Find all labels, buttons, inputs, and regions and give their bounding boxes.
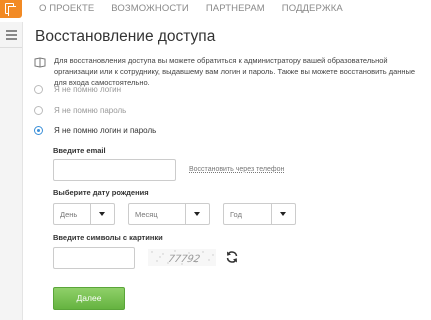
captcha-label: Введите символы с картинки [53, 233, 163, 242]
email-field[interactable] [53, 159, 176, 181]
month-select-value: Месяц [135, 210, 158, 219]
refresh-icon[interactable] [225, 250, 239, 264]
nav-item-about[interactable]: О ПРОЕКТЕ [39, 3, 94, 14]
option-label: Я не помню логин [54, 84, 122, 94]
option-forgot-login[interactable]: Я не помню логин [34, 83, 121, 95]
book-logo-icon[interactable] [0, 0, 22, 18]
option-forgot-both[interactable]: Я не помню логин и пароль [34, 124, 156, 136]
captcha-input[interactable] [53, 247, 135, 269]
nav-item-support[interactable]: ПОДДЕРЖКА [282, 3, 343, 14]
option-label: Я не помню логин и пароль [54, 125, 157, 135]
day-select-value: День [60, 210, 78, 219]
dob-label: Выберите дату рождения [53, 188, 149, 197]
month-select[interactable]: Месяц [128, 203, 210, 225]
phone-recovery-link[interactable]: Восстановить через телефон [189, 166, 284, 173]
captcha-text: 77792 [167, 254, 201, 265]
email-label: Введите email [53, 146, 106, 155]
nav-item-partners[interactable]: ПАРТНЕРАМ [206, 3, 265, 14]
next-button[interactable]: Далее [53, 287, 125, 310]
radio-forgot-login[interactable] [34, 84, 43, 94]
radio-forgot-password[interactable] [34, 105, 43, 115]
hamburger-icon[interactable] [6, 30, 17, 40]
option-forgot-password[interactable]: Я не помню пароль [34, 104, 126, 116]
nav-item-features[interactable]: ВОЗМОЖНОСТИ [111, 3, 189, 14]
option-label: Я не помню пароль [54, 105, 127, 115]
radio-forgot-both[interactable] [34, 125, 43, 135]
day-select[interactable]: День [53, 203, 115, 225]
left-sidebar [0, 22, 23, 320]
main-nav: О ПРОЕКТЕ ВОЗМОЖНОСТИ ПАРТНЕРАМ ПОДДЕРЖК… [39, 3, 360, 14]
chevron-down-icon[interactable] [185, 204, 209, 224]
year-select-value: Год [230, 210, 242, 219]
captcha-image: 77792 [148, 249, 216, 266]
top-navigation-bar: О ПРОЕКТЕ ВОЗМОЖНОСТИ ПАРТНЕРАМ ПОДДЕРЖК… [0, 0, 431, 20]
year-select[interactable]: Год [223, 203, 296, 225]
sidebar-divider [0, 47, 22, 48]
book-icon [34, 57, 46, 68]
chevron-down-icon[interactable] [271, 204, 295, 224]
page-title: Восстановление доступа [35, 28, 216, 45]
chevron-down-icon[interactable] [90, 204, 114, 224]
page-root: О ПРОЕКТЕ ВОЗМОЖНОСТИ ПАРТНЕРАМ ПОДДЕРЖК… [0, 0, 431, 320]
